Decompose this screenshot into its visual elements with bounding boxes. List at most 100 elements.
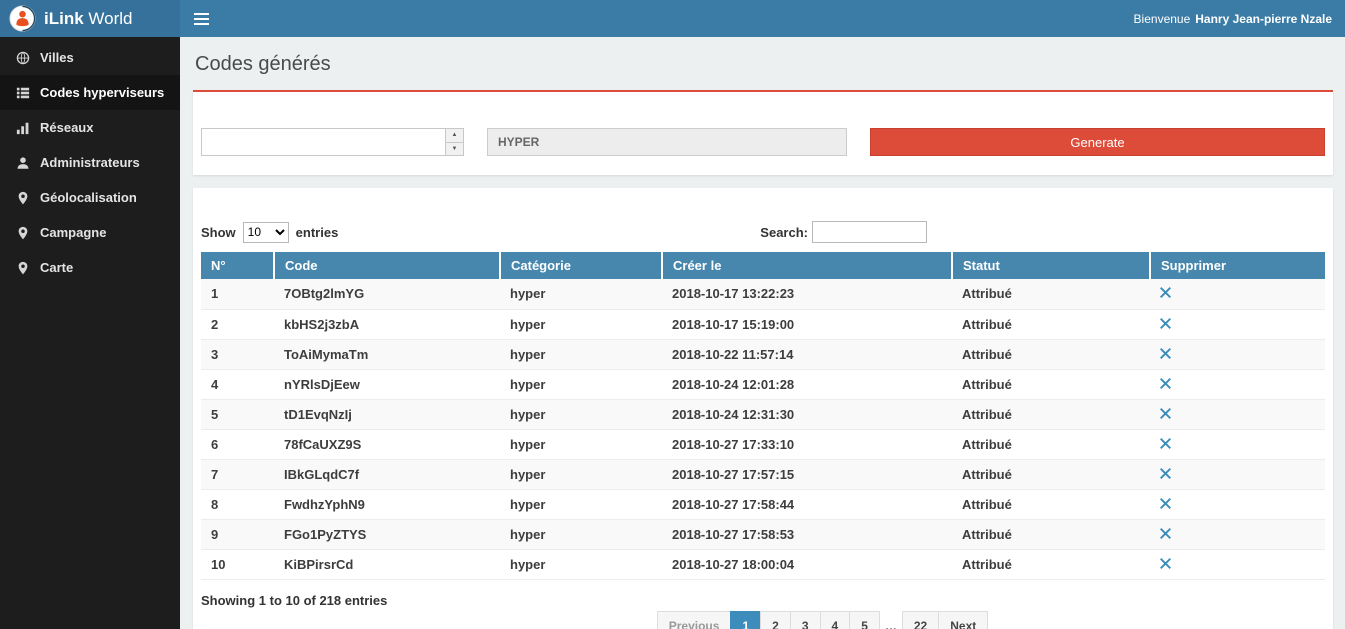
row-created-date: 2018-10-24 12:01:28 [662, 369, 952, 399]
row-code: FwdhzYphN9 [274, 489, 500, 519]
table-row: 5tD1EvqNzIjhyper2018-10-24 12:31:30Attri… [201, 399, 1325, 429]
table-row: 8FwdhzYphN9hyper2018-10-27 17:58:44Attri… [201, 489, 1325, 519]
x-delete-icon[interactable] [1160, 438, 1171, 449]
pagination: Previous12345…22Next [201, 611, 1325, 629]
sidebar-item-administrateurs[interactable]: Administrateurs [0, 145, 180, 180]
table-header: N° Code Catégorie Créer le Statut Suppri… [201, 252, 1325, 279]
row-code: 78fCaUXZ9S [274, 429, 500, 459]
show-label: Show [201, 225, 236, 240]
search-input[interactable] [812, 221, 927, 243]
code-count-input[interactable]: ▲ ▼ [201, 128, 464, 156]
codes-table-panel: Show 10 entries Search: N° Code [193, 188, 1333, 629]
spinner-up-icon[interactable]: ▲ [446, 129, 463, 143]
entries-label: entries [296, 225, 339, 240]
x-delete-icon[interactable] [1160, 498, 1171, 509]
sidebar-item-campagne[interactable]: Campagne [0, 215, 180, 250]
table-row: 678fCaUXZ9Shyper2018-10-27 17:33:10Attri… [201, 429, 1325, 459]
table-row: 17OBtg2lmYGhyper2018-10-17 13:22:23Attri… [201, 279, 1325, 309]
table-controls: Show 10 entries Search: [201, 221, 1325, 243]
row-delete-cell [1150, 309, 1325, 339]
x-delete-icon[interactable] [1160, 348, 1171, 359]
row-number: 5 [201, 399, 274, 429]
row-code: ToAiMymaTm [274, 339, 500, 369]
brand-title-bold: iLink [44, 9, 84, 28]
page-2-button[interactable]: 2 [760, 611, 791, 629]
x-delete-icon[interactable] [1160, 287, 1171, 298]
brand[interactable]: iLink World [0, 0, 180, 37]
x-delete-icon[interactable] [1160, 528, 1171, 539]
spinner-down-icon[interactable]: ▼ [446, 143, 463, 156]
row-category: hyper [500, 309, 662, 339]
page-3-button[interactable]: 3 [790, 611, 821, 629]
welcome-prefix: Bienvenue [1134, 12, 1191, 26]
page-length-select[interactable]: 10 [243, 222, 289, 243]
row-number: 4 [201, 369, 274, 399]
page-5-button[interactable]: 5 [849, 611, 880, 629]
table-row: 2kbHS2j3zbAhyper2018-10-17 15:19:00Attri… [201, 309, 1325, 339]
row-category: hyper [500, 369, 662, 399]
row-status: Attribué [952, 369, 1150, 399]
sidebar-item-codes-hyperviseurs[interactable]: Codes hyperviseurs [0, 75, 180, 110]
page-next-button[interactable]: Next [938, 611, 988, 629]
brand-title-light: World [88, 9, 132, 28]
col-header-num[interactable]: N° [201, 252, 274, 279]
x-delete-icon[interactable] [1160, 318, 1171, 329]
row-status: Attribué [952, 489, 1150, 519]
sidebar-item-geolocalisation[interactable]: Géolocalisation [0, 180, 180, 215]
table-row: 10KiBPirsrCdhyper2018-10-27 18:00:04Attr… [201, 549, 1325, 579]
x-delete-icon[interactable] [1160, 558, 1171, 569]
hamburger-menu-icon[interactable] [180, 0, 222, 37]
welcome-text: Bienvenue Hanry Jean-pierre Nzale [1134, 0, 1345, 37]
sidebar-item-label: Réseaux [40, 120, 93, 135]
row-category: hyper [500, 279, 662, 309]
row-code: IBkGLqdC7f [274, 459, 500, 489]
row-category: hyper [500, 339, 662, 369]
sidebar-item-label: Villes [40, 50, 74, 65]
sidebar-item-villes[interactable]: Villes [0, 40, 180, 75]
col-header-created[interactable]: Créer le [662, 252, 952, 279]
generate-button[interactable]: Generate [870, 128, 1325, 156]
row-code: KiBPirsrCd [274, 549, 500, 579]
row-number: 7 [201, 459, 274, 489]
row-code: 7OBtg2lmYG [274, 279, 500, 309]
x-delete-icon[interactable] [1160, 408, 1171, 419]
col-header-code[interactable]: Code [274, 252, 500, 279]
search-label: Search: [760, 225, 808, 240]
page-previous-button[interactable]: Previous [657, 611, 732, 629]
col-header-delete[interactable]: Supprimer [1150, 252, 1325, 279]
page-1-button[interactable]: 1 [730, 611, 761, 629]
map-marker-icon [15, 191, 30, 205]
row-number: 8 [201, 489, 274, 519]
sidebar-item-reseaux[interactable]: Réseaux [0, 110, 180, 145]
row-created-date: 2018-10-17 13:22:23 [662, 279, 952, 309]
row-created-date: 2018-10-17 15:19:00 [662, 309, 952, 339]
sidebar: Villes Codes hyperviseurs Réseaux Admini… [0, 37, 180, 629]
col-header-category[interactable]: Catégorie [500, 252, 662, 279]
generator-panel: ▲ ▼ Generate [193, 90, 1333, 175]
x-delete-icon[interactable] [1160, 378, 1171, 389]
row-delete-cell [1150, 399, 1325, 429]
row-status: Attribué [952, 459, 1150, 489]
code-count-field[interactable] [202, 129, 445, 155]
x-delete-icon[interactable] [1160, 468, 1171, 479]
map-marker-icon [15, 226, 30, 240]
row-status: Attribué [952, 399, 1150, 429]
sidebar-item-carte[interactable]: Carte [0, 250, 180, 285]
row-code: tD1EvqNzIj [274, 399, 500, 429]
row-status: Attribué [952, 339, 1150, 369]
signal-bars-icon [15, 121, 30, 135]
page-4-button[interactable]: 4 [820, 611, 851, 629]
row-category: hyper [500, 489, 662, 519]
number-spinner[interactable]: ▲ ▼ [445, 129, 463, 155]
row-status: Attribué [952, 309, 1150, 339]
row-number: 2 [201, 309, 274, 339]
welcome-user-name: Hanry Jean-pierre Nzale [1195, 12, 1332, 26]
row-created-date: 2018-10-27 17:58:53 [662, 519, 952, 549]
col-header-status[interactable]: Statut [952, 252, 1150, 279]
row-created-date: 2018-10-27 17:57:15 [662, 459, 952, 489]
sidebar-item-label: Administrateurs [40, 155, 140, 170]
page-length-control: Show 10 entries [201, 222, 338, 243]
row-created-date: 2018-10-24 12:31:30 [662, 399, 952, 429]
top-navbar: iLink World Bienvenue Hanry Jean-pierre … [0, 0, 1345, 37]
page-22-button[interactable]: 22 [902, 611, 939, 629]
